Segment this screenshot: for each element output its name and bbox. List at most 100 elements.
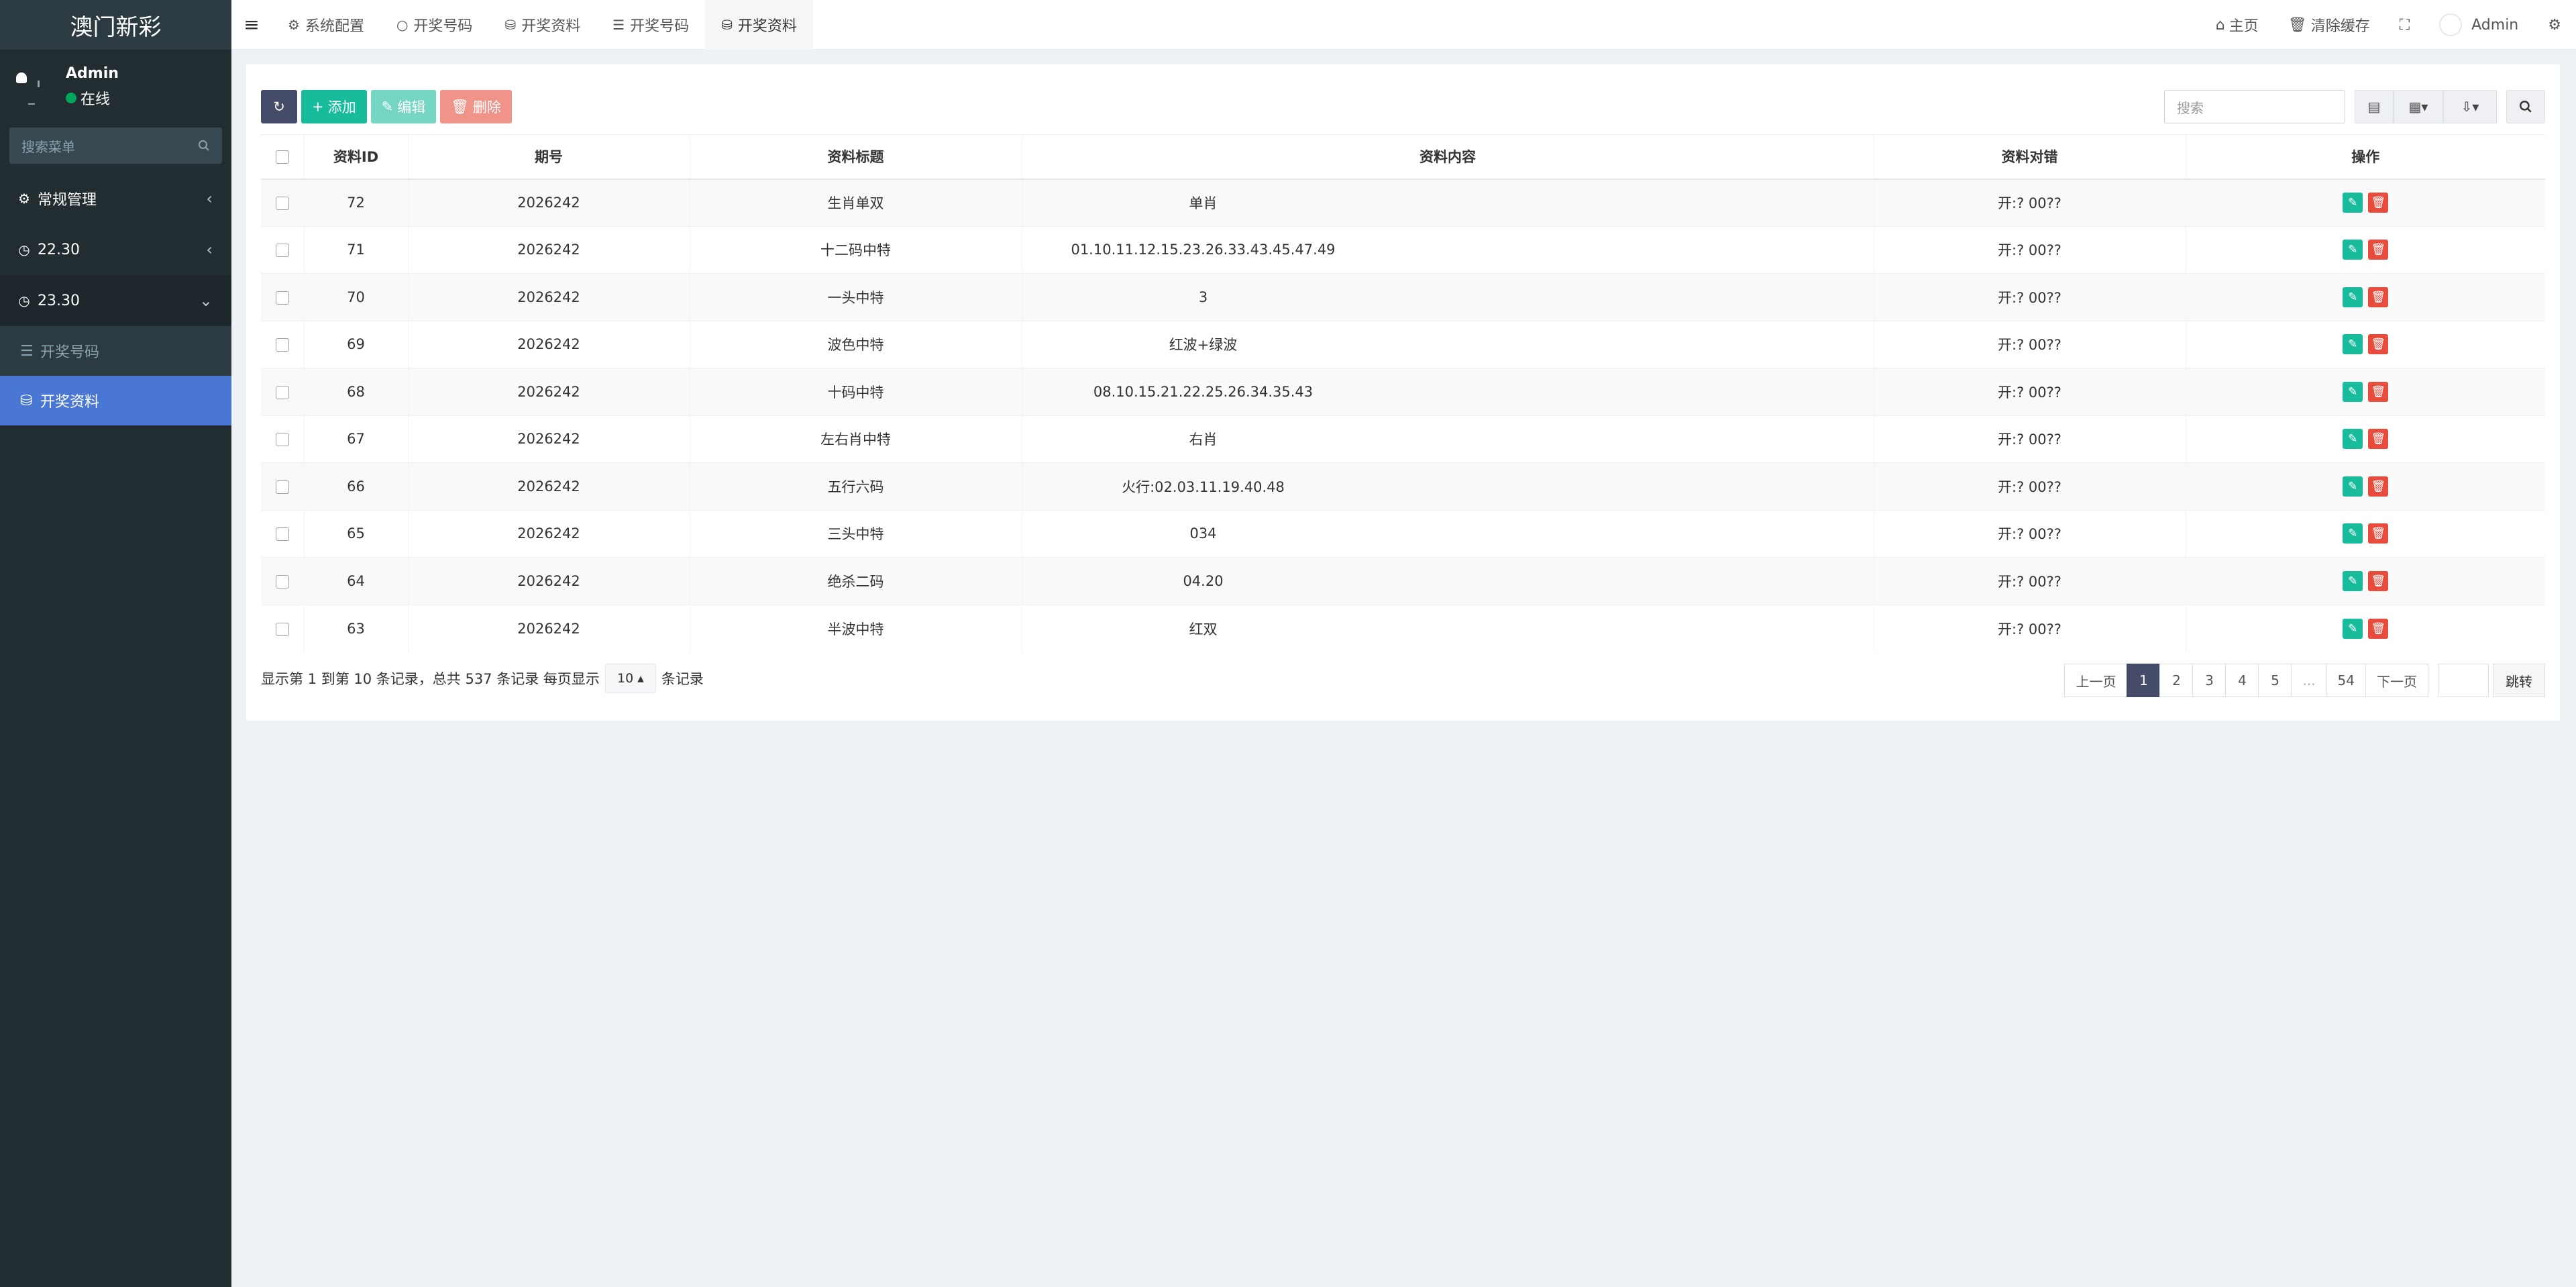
row-checkbox[interactable] bbox=[275, 385, 289, 399]
table-search-input[interactable]: 搜索 bbox=[2164, 90, 2345, 123]
cell-result: 开:? 00?? bbox=[1873, 604, 2186, 652]
row-edit-button[interactable]: ✎ bbox=[2343, 240, 2363, 260]
table-row[interactable]: 68 2026242 十码中特 08.10.15.21.22.25.26.34.35.… bbox=[261, 368, 2545, 415]
export-button[interactable]: ⇩▾ bbox=[2443, 90, 2497, 123]
table-row[interactable]: 65 2026242 三头中特 034 开:? 00?? ✎ 🗑 bbox=[261, 509, 2545, 558]
row-checkbox[interactable] bbox=[275, 527, 289, 542]
table-row[interactable]: 72 2026242 生肖单双 单肖 开:? 00?? ✎ 🗑 bbox=[261, 178, 2545, 226]
menu-search-input[interactable]: 搜索菜单 bbox=[9, 127, 222, 164]
row-edit-button[interactable]: ✎ bbox=[2343, 523, 2363, 544]
list-icon: ☰ bbox=[20, 342, 34, 360]
table-row[interactable]: 70 2026242 一头中特 3 开:? 00?? ✎ 🗑 bbox=[261, 273, 2545, 321]
clear-cache-button[interactable]: 🗑 清除缓存 bbox=[2273, 14, 2385, 36]
row-delete-button[interactable]: 🗑 bbox=[2368, 334, 2389, 355]
row-edit-button[interactable]: ✎ bbox=[2343, 193, 2363, 213]
user-menu[interactable]: Admin bbox=[2424, 13, 2533, 36]
app-logo[interactable]: 澳门新彩 bbox=[0, 0, 231, 50]
column-header[interactable]: 资料ID bbox=[303, 134, 408, 180]
sidebar-item-2230[interactable]: ◷ 22.30 ‹ bbox=[0, 224, 231, 275]
pagination: 上一页 1 2 3 4 5 ... 54 下一页 跳转 bbox=[2064, 664, 2545, 697]
list-icon: ☰ bbox=[612, 16, 625, 33]
jump-button[interactable]: 跳转 bbox=[2493, 664, 2545, 697]
row-delete-button[interactable]: 🗑 bbox=[2368, 570, 2389, 591]
toggle-view-button[interactable]: ▤ bbox=[2355, 90, 2394, 123]
online-status-icon bbox=[66, 92, 76, 103]
sidebar-item-general[interactable]: ⚙ 常规管理 ‹ bbox=[0, 173, 231, 224]
row-checkbox[interactable] bbox=[275, 338, 289, 352]
sidebar-subitem-draw-numbers[interactable]: ☰ 开奖号码 bbox=[0, 326, 231, 376]
sidebar-item-2330[interactable]: ◷ 23.30 ⌄ bbox=[0, 275, 231, 326]
page-2[interactable]: 2 bbox=[2159, 664, 2194, 697]
page-4[interactable]: 4 bbox=[2225, 664, 2259, 697]
column-header[interactable]: 资料标题 bbox=[689, 134, 1022, 180]
next-page-button[interactable]: 下一页 bbox=[2365, 664, 2428, 697]
cell-content: 火行:02.03.11.19.40.48 bbox=[1021, 462, 1874, 510]
row-checkbox[interactable] bbox=[275, 574, 289, 588]
row-delete-button[interactable]: 🗑 bbox=[2368, 193, 2389, 213]
row-edit-button[interactable]: ✎ bbox=[2343, 381, 2363, 402]
cell-id: 68 bbox=[303, 368, 408, 415]
row-edit-button[interactable]: ✎ bbox=[2343, 476, 2363, 497]
table-row[interactable]: 71 2026242 十二码中特 01.10.11.12.15.23.26.33.43… bbox=[261, 225, 2545, 274]
select-all-checkbox[interactable] bbox=[275, 150, 289, 164]
row-delete-button[interactable]: 🗑 bbox=[2368, 287, 2389, 307]
page-5[interactable]: 5 bbox=[2258, 664, 2292, 697]
row-select-cell bbox=[261, 368, 304, 415]
delete-button[interactable]: 🗑 删除 bbox=[440, 90, 512, 123]
column-header[interactable]: 资料对错 bbox=[1873, 134, 2186, 180]
settings-icon[interactable]: ⚙ bbox=[2533, 17, 2576, 34]
row-checkbox[interactable] bbox=[275, 433, 289, 447]
row-delete-button[interactable]: 🗑 bbox=[2368, 429, 2389, 450]
database-icon: ⛁ bbox=[20, 392, 33, 409]
cell-content: 3 bbox=[1021, 273, 1874, 321]
tab-draw-numbers-2[interactable]: ☰ 开奖号码 bbox=[596, 0, 705, 50]
table-row[interactable]: 66 2026242 五行六码 火行:02.03.11.19.40.48 开:? 00?… bbox=[261, 462, 2545, 510]
row-edit-button[interactable]: ✎ bbox=[2343, 570, 2363, 591]
column-header[interactable]: 资料内容 bbox=[1021, 134, 1874, 180]
menu-toggle-icon[interactable]: ≡ bbox=[231, 13, 272, 36]
sidebar-subitem-draw-data[interactable]: ⛁ 开奖资料 bbox=[0, 376, 231, 425]
row-edit-button[interactable]: ✎ bbox=[2343, 287, 2363, 307]
edit-button[interactable]: ✎ 编辑 bbox=[370, 90, 437, 123]
row-delete-button[interactable]: 🗑 bbox=[2368, 381, 2389, 402]
table-row[interactable]: 63 2026242 半波中特 红双 开:? 00?? ✎ 🗑 bbox=[261, 604, 2545, 652]
column-header[interactable]: 期号 bbox=[407, 134, 690, 180]
table-row[interactable]: 64 2026242 绝杀二码 04.20 开:? 00?? ✎ 🗑 bbox=[261, 557, 2545, 605]
tab-draw-data[interactable]: ⛁ 开奖资料 bbox=[488, 0, 596, 50]
search-toggle-button[interactable] bbox=[2506, 90, 2545, 123]
row-delete-button[interactable]: 🗑 bbox=[2368, 240, 2389, 260]
refresh-button[interactable]: ↻ bbox=[261, 90, 297, 123]
tab-system-config[interactable]: ⚙ 系统配置 bbox=[272, 0, 380, 50]
row-checkbox[interactable] bbox=[275, 244, 289, 258]
row-edit-button[interactable]: ✎ bbox=[2343, 618, 2363, 639]
add-button[interactable]: + 添加 bbox=[301, 90, 367, 123]
cell-period: 2026242 bbox=[407, 415, 690, 463]
jump-page-input[interactable] bbox=[2438, 664, 2489, 697]
row-delete-button[interactable]: 🗑 bbox=[2368, 476, 2389, 497]
columns-button[interactable]: ▦▾ bbox=[2394, 90, 2443, 123]
cell-period: 2026242 bbox=[407, 368, 690, 415]
cell-content: 右肖 bbox=[1021, 415, 1874, 463]
table-row[interactable]: 69 2026242 波色中特 红波+绿波 开:? 00?? ✎ 🗑 bbox=[261, 320, 2545, 368]
prev-page-button[interactable]: 上一页 bbox=[2064, 664, 2128, 697]
tab-draw-data-active[interactable]: ⛁ 开奖资料 bbox=[705, 0, 813, 50]
tab-draw-numbers[interactable]: ○ 开奖号码 bbox=[380, 0, 488, 50]
card-view-icon: ▤ bbox=[2367, 99, 2381, 115]
row-checkbox[interactable] bbox=[275, 622, 289, 636]
row-edit-button[interactable]: ✎ bbox=[2343, 429, 2363, 450]
page-54[interactable]: 54 bbox=[2326, 664, 2366, 697]
table-row[interactable]: 67 2026242 左右肖中特 右肖 开:? 00?? ✎ 🗑 bbox=[261, 415, 2545, 463]
row-delete-button[interactable]: 🗑 bbox=[2368, 523, 2389, 544]
home-link[interactable]: ⌂ 主页 bbox=[2201, 14, 2273, 36]
row-select-cell bbox=[261, 320, 304, 368]
row-checkbox[interactable] bbox=[275, 197, 289, 210]
fullscreen-icon[interactable]: ⛶ bbox=[2385, 17, 2424, 34]
row-delete-button[interactable]: 🗑 bbox=[2368, 618, 2389, 639]
pencil-icon: ✎ bbox=[2348, 621, 2358, 635]
row-edit-button[interactable]: ✎ bbox=[2343, 334, 2363, 355]
page-1[interactable]: 1 bbox=[2127, 664, 2161, 697]
row-checkbox[interactable] bbox=[275, 291, 289, 305]
page-size-select[interactable]: 10 ▴ bbox=[604, 664, 656, 693]
row-checkbox[interactable] bbox=[275, 480, 289, 494]
page-3[interactable]: 3 bbox=[2192, 664, 2226, 697]
